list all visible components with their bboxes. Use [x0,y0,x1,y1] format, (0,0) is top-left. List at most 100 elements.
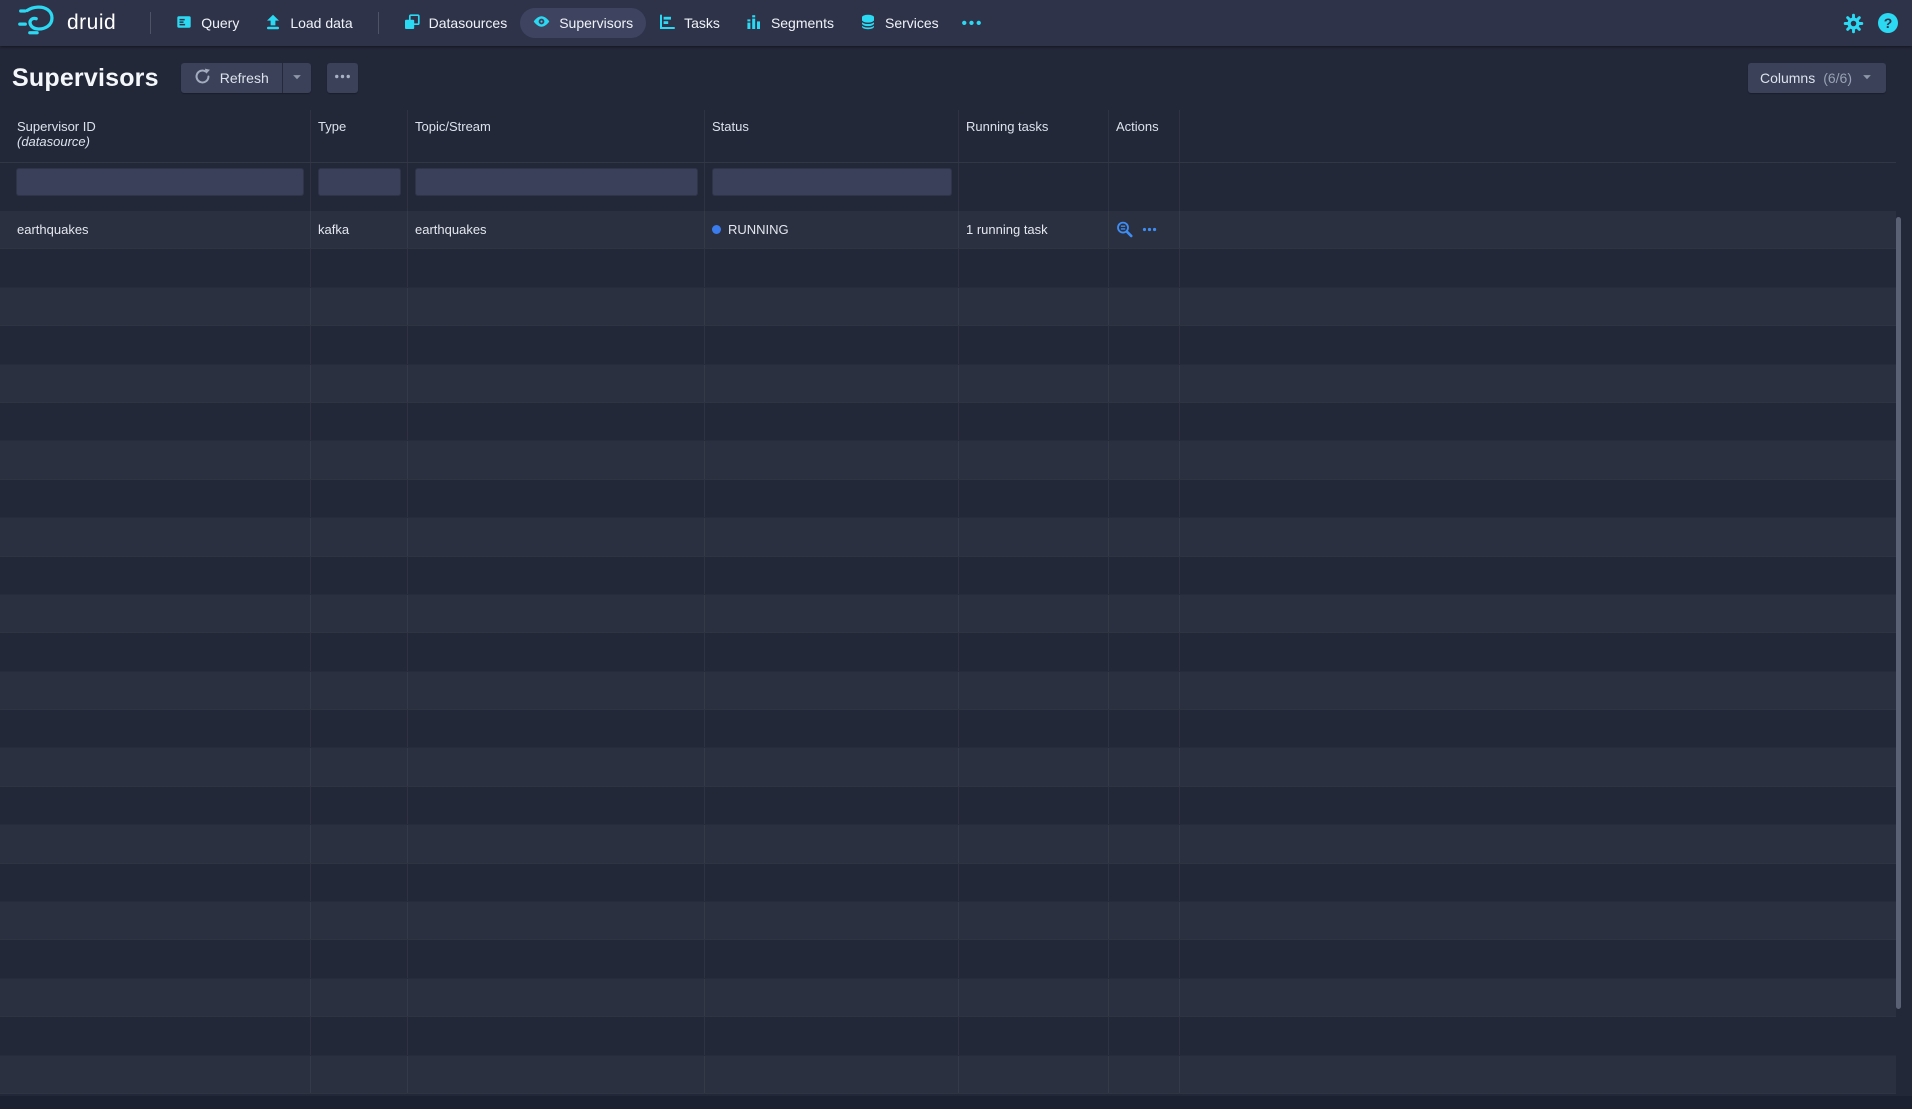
table-cell-empty [408,748,705,785]
nav-item-label: Datasources [429,15,508,31]
table-cell-empty [959,864,1109,901]
table-cell-empty [705,441,959,478]
refresh-options-button[interactable] [283,63,311,93]
table-cell-empty [705,864,959,901]
vertical-scrollbar-thumb[interactable] [1896,217,1901,1009]
horizontal-scrollbar-track[interactable] [0,1096,1912,1109]
nav-item-load-data[interactable]: Load data [252,8,365,38]
table-cell-empty [0,940,311,977]
table-cell-empty [408,403,705,440]
table-cell-empty [0,480,311,517]
refresh-button[interactable]: Refresh [181,63,282,93]
chevron-down-icon [1860,70,1874,87]
row-more-icon[interactable] [1142,222,1157,237]
table-cell-empty [1180,940,1896,977]
table-cell-empty [311,1056,408,1093]
table-cell-empty [705,365,959,402]
help-icon[interactable]: ? [1878,13,1898,33]
nav-item-label: Load data [290,15,352,31]
table-cell-empty [0,288,311,325]
table-cell-empty [1180,672,1896,709]
column-header-topic-stream[interactable]: Topic/Stream [408,110,705,162]
table-cell-empty [1109,1056,1180,1093]
nav-divider [378,12,379,34]
column-header-supervisor-id[interactable]: Supervisor ID (datasource) [0,110,311,162]
table-cell-empty [705,710,959,747]
nav-item-supervisors[interactable]: Supervisors [520,8,646,38]
filter-input-topic-stream[interactable] [415,168,698,196]
table-cell-empty [0,825,311,862]
table-cell-empty [1180,480,1896,517]
cell-status: RUNNING [705,211,959,248]
table-cell-empty [408,441,705,478]
table-row-empty [0,787,1896,825]
columns-button[interactable]: Columns (6/6) [1748,63,1886,93]
search-details-icon[interactable] [1116,221,1133,238]
page-title: Supervisors [12,64,159,93]
table-cell-empty [1109,940,1180,977]
table-cell-empty [311,403,408,440]
nav-item-tasks[interactable]: Tasks [646,8,733,38]
nav-item-datasources[interactable]: Datasources [391,8,521,38]
table-cell-empty [959,633,1109,670]
table-cell-empty [1109,557,1180,594]
gear-icon[interactable] [1843,13,1864,34]
table-cell-empty [311,979,408,1016]
table-cell-empty [1180,979,1896,1016]
table-cell-empty [705,480,959,517]
table-cell-empty [408,902,705,939]
table-cell-empty [959,595,1109,632]
table-cell-empty [959,902,1109,939]
column-header-label: Status [712,119,958,134]
table-cell-empty [408,672,705,709]
table-cell-empty [0,902,311,939]
column-header-status[interactable]: Status [705,110,959,162]
nav-item-query[interactable]: Query [163,8,252,38]
nav-item-label: Tasks [684,15,720,31]
filter-input-status[interactable] [712,168,952,196]
table-cell-empty [1180,595,1896,632]
table-cell-empty [1109,633,1180,670]
cell-supervisor-id[interactable]: earthquakes [0,211,311,248]
column-header-sublabel: (datasource) [17,134,310,149]
filter-cell [1109,163,1180,211]
nav-item-segments[interactable]: Segments [733,8,847,38]
table-cell-empty [959,979,1109,1016]
filter-input-type[interactable] [318,168,401,196]
table-cell-empty [408,480,705,517]
table-row-empty [0,441,1896,479]
cell-actions [1109,211,1180,248]
table-cell-empty [959,249,1109,286]
table-cell-empty [311,365,408,402]
table-cell-empty [0,979,311,1016]
table-cell-empty [0,365,311,402]
table-cell-empty [0,326,311,363]
filter-cell [408,163,705,211]
druid-logo[interactable]: druid [18,4,116,42]
filter-input-supervisor-id[interactable] [16,168,304,196]
table-row-empty [0,710,1896,748]
nav-more-icon[interactable]: ••• [952,15,994,32]
table-cell-empty [959,557,1109,594]
table-cell-empty [311,710,408,747]
filter-cell [311,163,408,211]
table-cell-empty [408,595,705,632]
filter-cell [959,163,1109,211]
column-header-type[interactable]: Type [311,110,408,162]
table-row-empty [0,595,1896,633]
table-cell-empty [408,365,705,402]
logo-text: druid [67,11,116,35]
table-cell-empty [705,748,959,785]
table-cell-empty [705,288,959,325]
table-cell-empty [705,940,959,977]
table-cell-empty [1180,710,1896,747]
column-header-running-tasks[interactable]: Running tasks [959,110,1109,162]
table-cell-empty [1180,902,1896,939]
view-header: Supervisors Refresh [0,46,1912,110]
table-cell-empty [0,1017,311,1054]
table-cell-empty [705,326,959,363]
navbar-right: ? [1843,13,1898,34]
view-more-button[interactable] [327,63,358,93]
nav-item-services[interactable]: Services [847,8,952,38]
table-cell-empty [705,595,959,632]
